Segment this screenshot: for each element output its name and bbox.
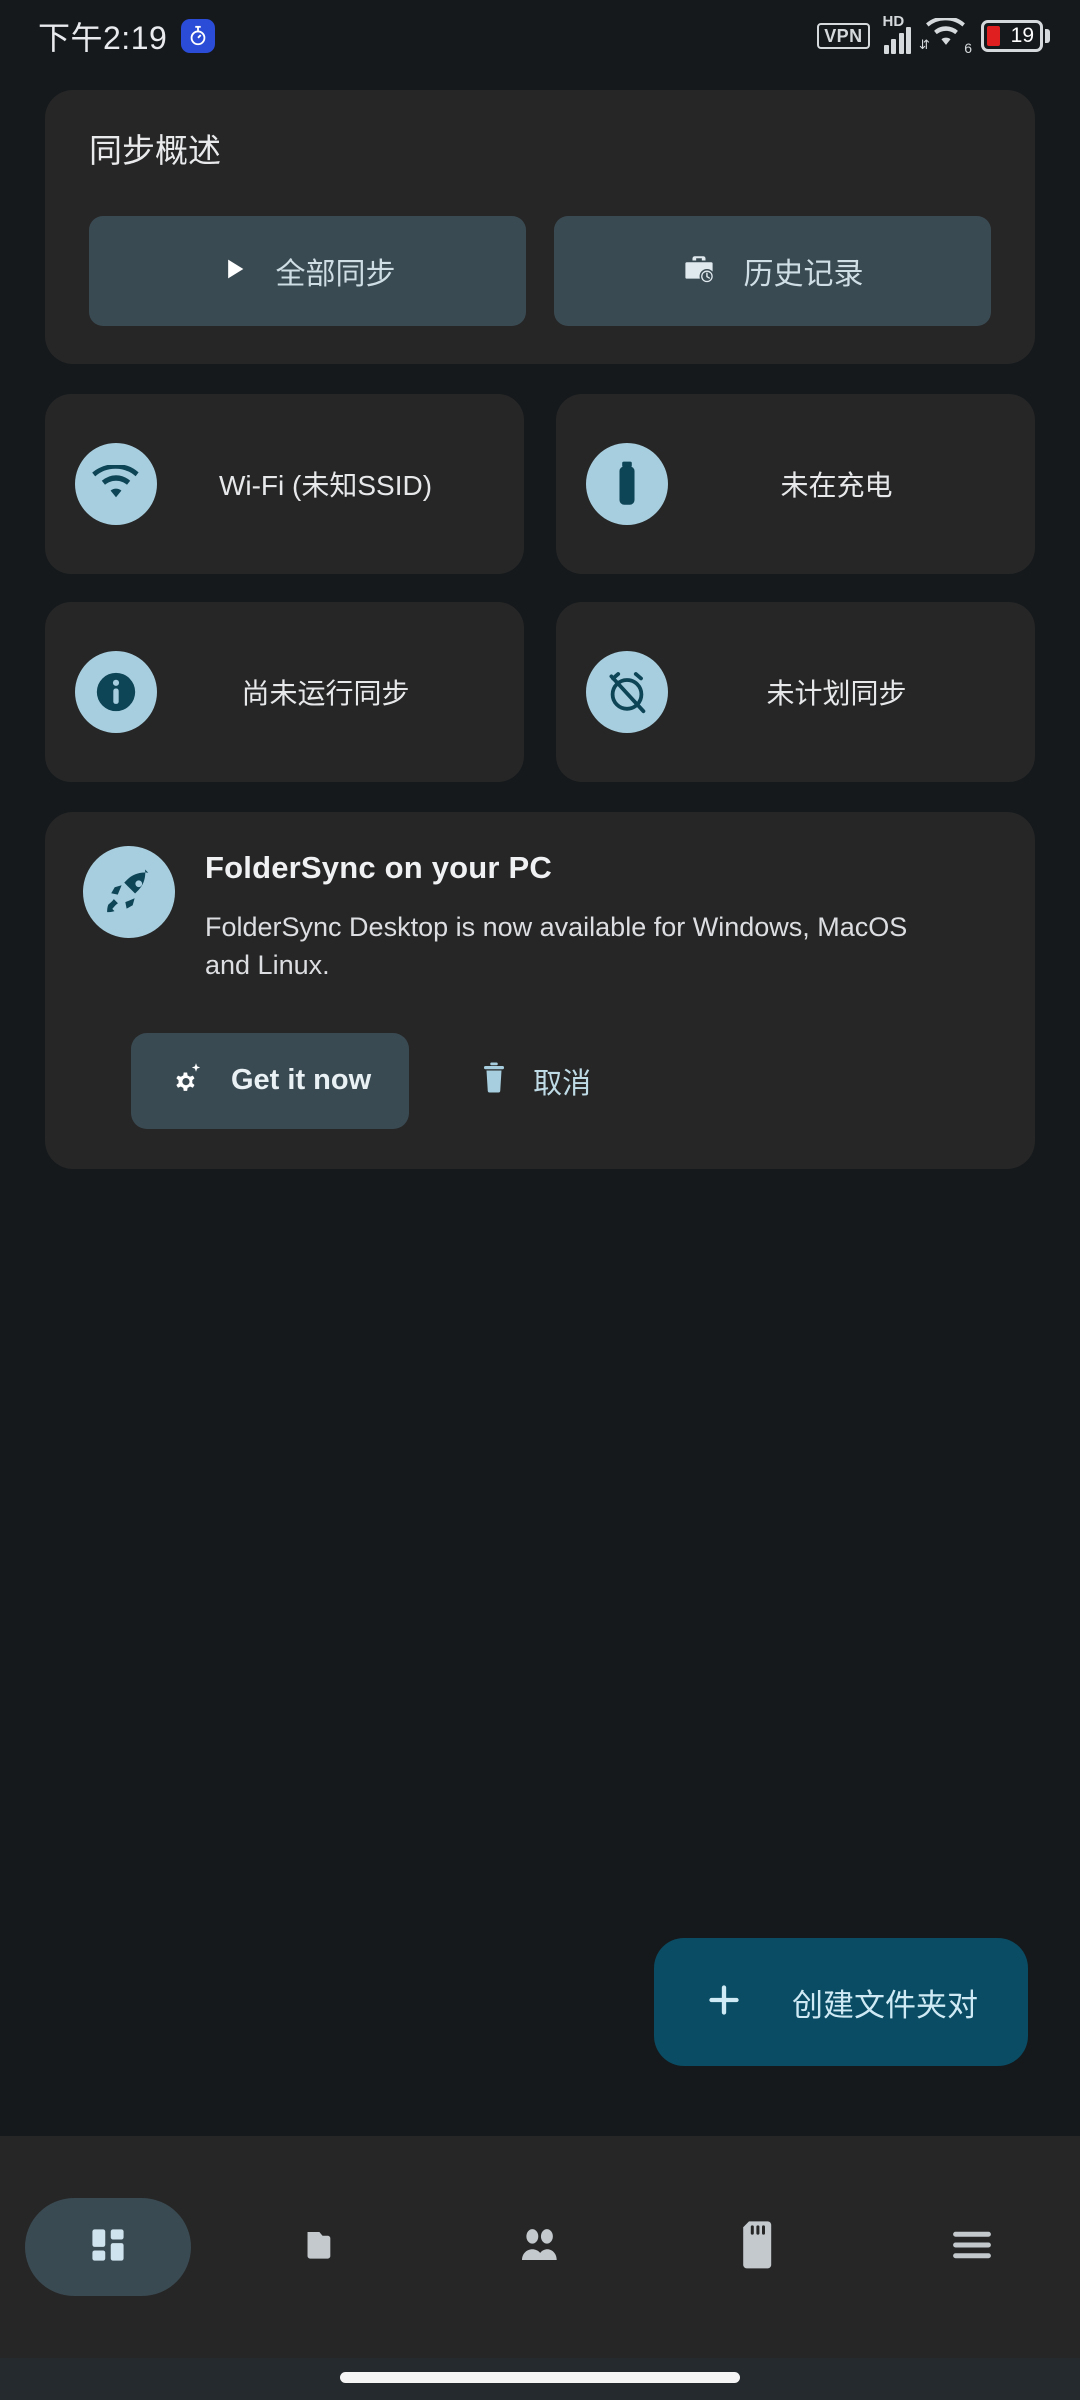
nav-item-storage[interactable]: [648, 2136, 864, 2358]
promo-header: FolderSync on your PC FolderSync Desktop…: [83, 846, 997, 985]
status-tiles-grid: Wi-Fi (未知SSID) 未在充电 尚未运行同步 未计划同步: [45, 394, 1035, 782]
bottom-navigation: [0, 2136, 1080, 2358]
rocket-icon: [83, 846, 175, 938]
gesture-nav-area: [0, 2358, 1080, 2400]
status-tile-lastsync[interactable]: 尚未运行同步: [45, 602, 524, 782]
status-bar: 下午2:19 VPN HD 6 ⇵ 19: [0, 0, 1080, 72]
nav-selected-pill: [25, 2198, 191, 2296]
history-button[interactable]: 历史记录: [554, 216, 991, 326]
vpn-icon: VPN: [817, 22, 870, 50]
promo-cancel-label: 取消: [533, 1067, 592, 1100]
status-tile-lastsync-label: 尚未运行同步: [241, 678, 410, 709]
plus-icon: [704, 1980, 744, 2025]
history-label: 历史记录: [743, 258, 864, 291]
promo-actions: Get it now 取消: [83, 1032, 997, 1129]
battery-percent-label: 19: [1010, 24, 1034, 47]
nav-item-dashboard[interactable]: [0, 2136, 216, 2358]
wifi-icon: 6 ⇵: [919, 16, 972, 56]
get-it-now-label: Get it now: [231, 1064, 372, 1097]
dashboard-icon: [86, 2223, 130, 2272]
people-icon: [515, 2222, 565, 2273]
folder-icon: [301, 2222, 347, 2273]
status-tile-wifi[interactable]: Wi-Fi (未知SSID): [45, 394, 524, 574]
sync-overview-actions: 全部同步 历史记录: [89, 216, 991, 326]
history-briefcase-icon: [682, 252, 716, 291]
sync-overview-card: 同步概述 全部同步 历史记录: [45, 90, 1035, 364]
hamburger-icon: [948, 2228, 996, 2267]
status-bar-right: VPN HD 6 ⇵ 19: [817, 14, 1050, 56]
wifi-traffic-icon: ⇵: [919, 37, 930, 52]
status-tile-schedule[interactable]: 未计划同步: [556, 602, 1035, 782]
sync-all-button[interactable]: 全部同步: [89, 216, 526, 326]
get-it-now-button[interactable]: Get it now: [131, 1032, 410, 1129]
create-folderpair-label: 创建文件夹对: [792, 1987, 978, 2023]
battery-icon: [586, 443, 668, 525]
wifi-icon: [75, 443, 157, 525]
nav-item-menu[interactable]: [864, 2136, 1080, 2358]
sync-all-label: 全部同步: [275, 258, 396, 291]
sync-overview-title: 同步概述: [89, 132, 221, 169]
promo-card: FolderSync on your PC FolderSync Desktop…: [45, 812, 1035, 1169]
nav-item-folderpairs[interactable]: [216, 2136, 432, 2358]
main-content: 同步概述 全部同步 历史记录 Wi-Fi (未知SSID) 未在充电 尚未运行同…: [0, 72, 1080, 1169]
promo-text-block: FolderSync on your PC FolderSync Desktop…: [205, 846, 935, 985]
status-tile-wifi-label: Wi-Fi (未知SSID): [218, 470, 433, 501]
status-tile-charging[interactable]: 未在充电: [556, 394, 1035, 574]
trash-icon: [479, 1061, 509, 1100]
promo-title: FolderSync on your PC: [205, 850, 552, 885]
info-icon: [75, 651, 157, 733]
promo-cancel-button[interactable]: 取消: [479, 1060, 591, 1102]
alarm-off-icon: [586, 651, 668, 733]
phone-screen: 下午2:19 VPN HD 6 ⇵ 19 同步概述 全部同步 历史记录 Wi-F…: [0, 0, 1080, 2400]
gear-sparkle-icon: [169, 1060, 205, 1101]
hd-label: HD: [882, 13, 905, 30]
status-clock: 下午2:19: [38, 20, 168, 56]
cellular-signal-icon: HD: [883, 14, 911, 54]
status-tile-charging-label: 未在充电: [780, 470, 893, 501]
battery-icon: 19: [981, 20, 1050, 52]
play-icon: [220, 254, 248, 289]
home-indicator[interactable]: [340, 2372, 740, 2383]
promo-body: FolderSync Desktop is now available for …: [205, 912, 908, 981]
status-tile-schedule-label: 未计划同步: [766, 678, 907, 709]
stopwatch-icon: [181, 19, 216, 53]
nav-item-accounts[interactable]: [432, 2136, 648, 2358]
sdcard-icon: [736, 2219, 776, 2276]
create-folderpair-fab[interactable]: 创建文件夹对: [654, 1938, 1028, 2066]
wifi-generation-label: 6: [964, 40, 972, 56]
status-bar-left: 下午2:19: [38, 13, 216, 59]
